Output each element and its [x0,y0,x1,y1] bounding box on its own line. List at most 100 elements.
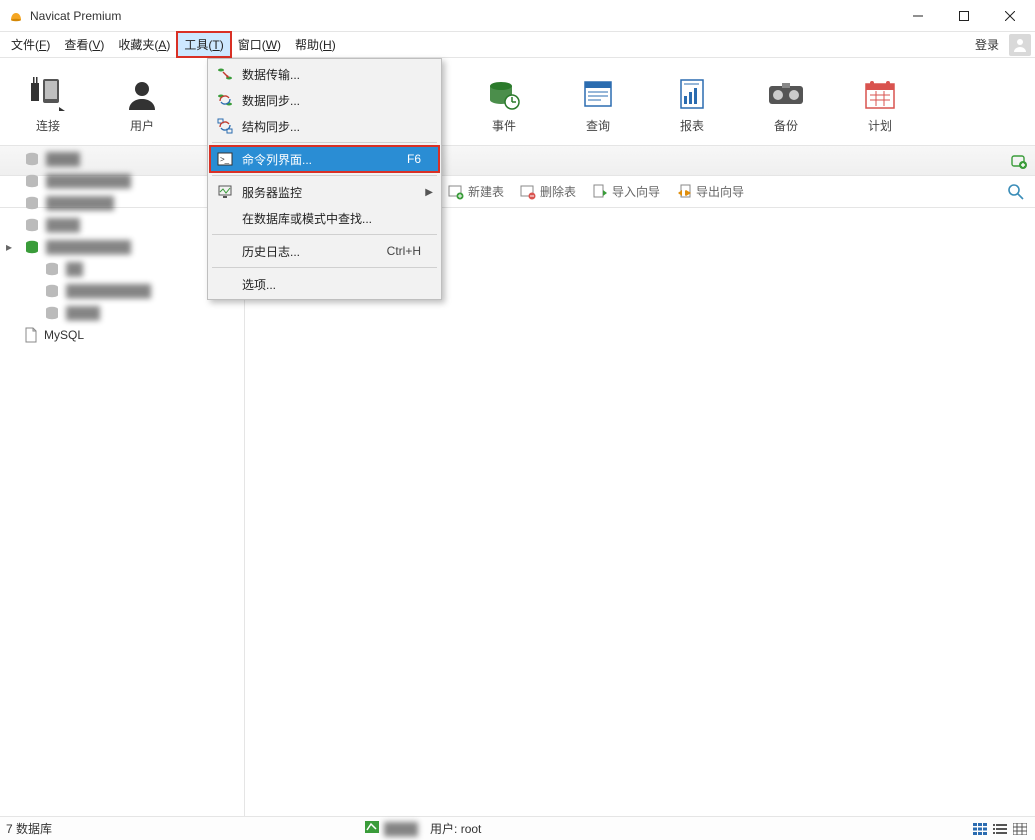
data-transfer-icon [216,65,234,83]
tool-user[interactable]: 用户 [112,75,172,134]
maximize-button[interactable] [941,0,987,32]
action-export-wizard-label: 导出向导 [696,183,744,200]
main-toolbar: 连接 用户 f(x) 函数 事件 查询 报表 备份 计划 [0,58,1035,146]
submenu-arrow-icon: ▶ [425,187,433,198]
tree-label: ██ [66,262,83,276]
svg-text:>_: >_ [220,155,230,164]
dd-history-label: 历史日志... [242,243,300,260]
tree-mysql-label: MySQL [44,328,84,342]
data-sync-icon [216,91,234,109]
titlebar: Navicat Premium [0,0,1035,32]
action-new-table-label: 新建表 [468,183,504,200]
dd-struct-sync[interactable]: 结构同步... [210,113,439,139]
database-icon [24,174,40,188]
tree-label: ████ [46,152,80,166]
user-icon [122,75,162,115]
menu-tools[interactable]: 工具(T) [177,32,230,57]
tools-dropdown: 数据传输... 数据同步... 结构同步... >_ 命令列界面... F6 服… [207,58,442,300]
database-icon [44,284,60,298]
menu-view[interactable]: 查看(V) [57,32,111,57]
database-active-icon [24,240,40,254]
menu-help[interactable]: 帮助(H) [288,32,343,57]
action-import-wizard-label: 导入向导 [612,183,660,200]
tree-label: ██████████ [66,284,151,298]
event-icon [484,75,524,115]
dd-console[interactable]: >_ 命令列界面... F6 [210,146,439,172]
tool-event[interactable]: 事件 [474,75,534,134]
action-delete-table[interactable]: 删除表 [520,183,576,200]
tree-label: ████ [66,306,100,320]
database-icon [24,152,40,166]
tool-report-label: 报表 [680,117,704,134]
schedule-icon [860,75,900,115]
tool-connection[interactable]: 连接 [18,75,78,134]
tool-query-label: 查询 [586,117,610,134]
database-icon [24,218,40,232]
statusbar: 7 数据库 ████ 用户: root [0,816,1035,840]
status-db-count: 7 数据库 [6,820,52,837]
tool-query[interactable]: 查询 [568,75,628,134]
status-connection: ████ [364,820,418,837]
console-icon: >_ [216,150,234,168]
expand-icon[interactable]: ▸ [6,240,16,254]
server-monitor-icon [216,183,234,201]
dd-data-sync[interactable]: 数据同步... [210,87,439,113]
export-icon [676,184,692,200]
action-new-table[interactable]: 新建表 [448,183,504,200]
main-body: ████ ██████████ ████████ ████ ▸ ████████… [0,208,1035,816]
dd-console-label: 命令列界面... [242,151,312,168]
database-icon [44,306,60,320]
tool-schedule-label: 计划 [868,117,892,134]
dd-separator [212,175,437,176]
import-icon [592,184,608,200]
search-button[interactable] [1007,183,1025,201]
dd-console-shortcut: F6 [407,152,421,166]
report-icon [672,75,712,115]
view-mode-buttons [971,821,1029,837]
database-icon [44,262,60,276]
menu-favorites[interactable]: 收藏夹(A) [111,32,177,57]
menu-window[interactable]: 窗口(W) [231,32,288,57]
action-export-wizard[interactable]: 导出向导 [676,183,744,200]
tool-report[interactable]: 报表 [662,75,722,134]
struct-sync-icon [216,117,234,135]
dd-server-monitor[interactable]: 服务器监控 ▶ [210,179,439,205]
action-import-wizard[interactable]: 导入向导 [592,183,660,200]
status-user: 用户: root [430,820,481,837]
login-link[interactable]: 登录 [969,32,1005,57]
dd-options[interactable]: 选项... [210,271,439,297]
view-grid-button[interactable] [971,821,989,837]
dd-data-sync-label: 数据同步... [242,92,300,109]
tree-label: ████████ [46,196,114,210]
tree-label: ██████████ [46,240,131,254]
window-title: Navicat Premium [30,9,121,23]
dd-history[interactable]: 历史日志... Ctrl+H [210,238,439,264]
user-avatar-icon[interactable] [1009,34,1031,56]
minimize-button[interactable] [895,0,941,32]
dd-separator [212,142,437,143]
tree-row-mysql[interactable]: MySQL [0,324,244,346]
dd-server-monitor-label: 服务器监控 [242,184,302,201]
dd-data-transfer[interactable]: 数据传输... [210,61,439,87]
database-icon [24,196,40,210]
document-icon [24,327,38,343]
tool-backup[interactable]: 备份 [756,75,816,134]
view-list-button[interactable] [991,821,1009,837]
dd-separator [212,267,437,268]
menubar: 文件(F) 查看(V) 收藏夹(A) 工具(T) 窗口(W) 帮助(H) 登录 [0,32,1035,58]
delete-table-icon [520,184,536,200]
view-detail-button[interactable] [1011,821,1029,837]
menu-file[interactable]: 文件(F) [4,32,57,57]
dd-data-transfer-label: 数据传输... [242,66,300,83]
tool-schedule[interactable]: 计划 [850,75,910,134]
new-tab-button[interactable] [1009,151,1029,171]
close-button[interactable] [987,0,1033,32]
tree-label: ██████████ [46,174,131,188]
query-icon [578,75,618,115]
tree-row[interactable]: ████ [0,302,244,324]
dd-history-shortcut: Ctrl+H [387,244,421,258]
dd-find-in-db[interactable]: 在数据库或模式中查找... [210,205,439,231]
status-connection-icon [364,820,380,837]
dd-struct-sync-label: 结构同步... [242,118,300,135]
tool-user-label: 用户 [130,117,154,134]
